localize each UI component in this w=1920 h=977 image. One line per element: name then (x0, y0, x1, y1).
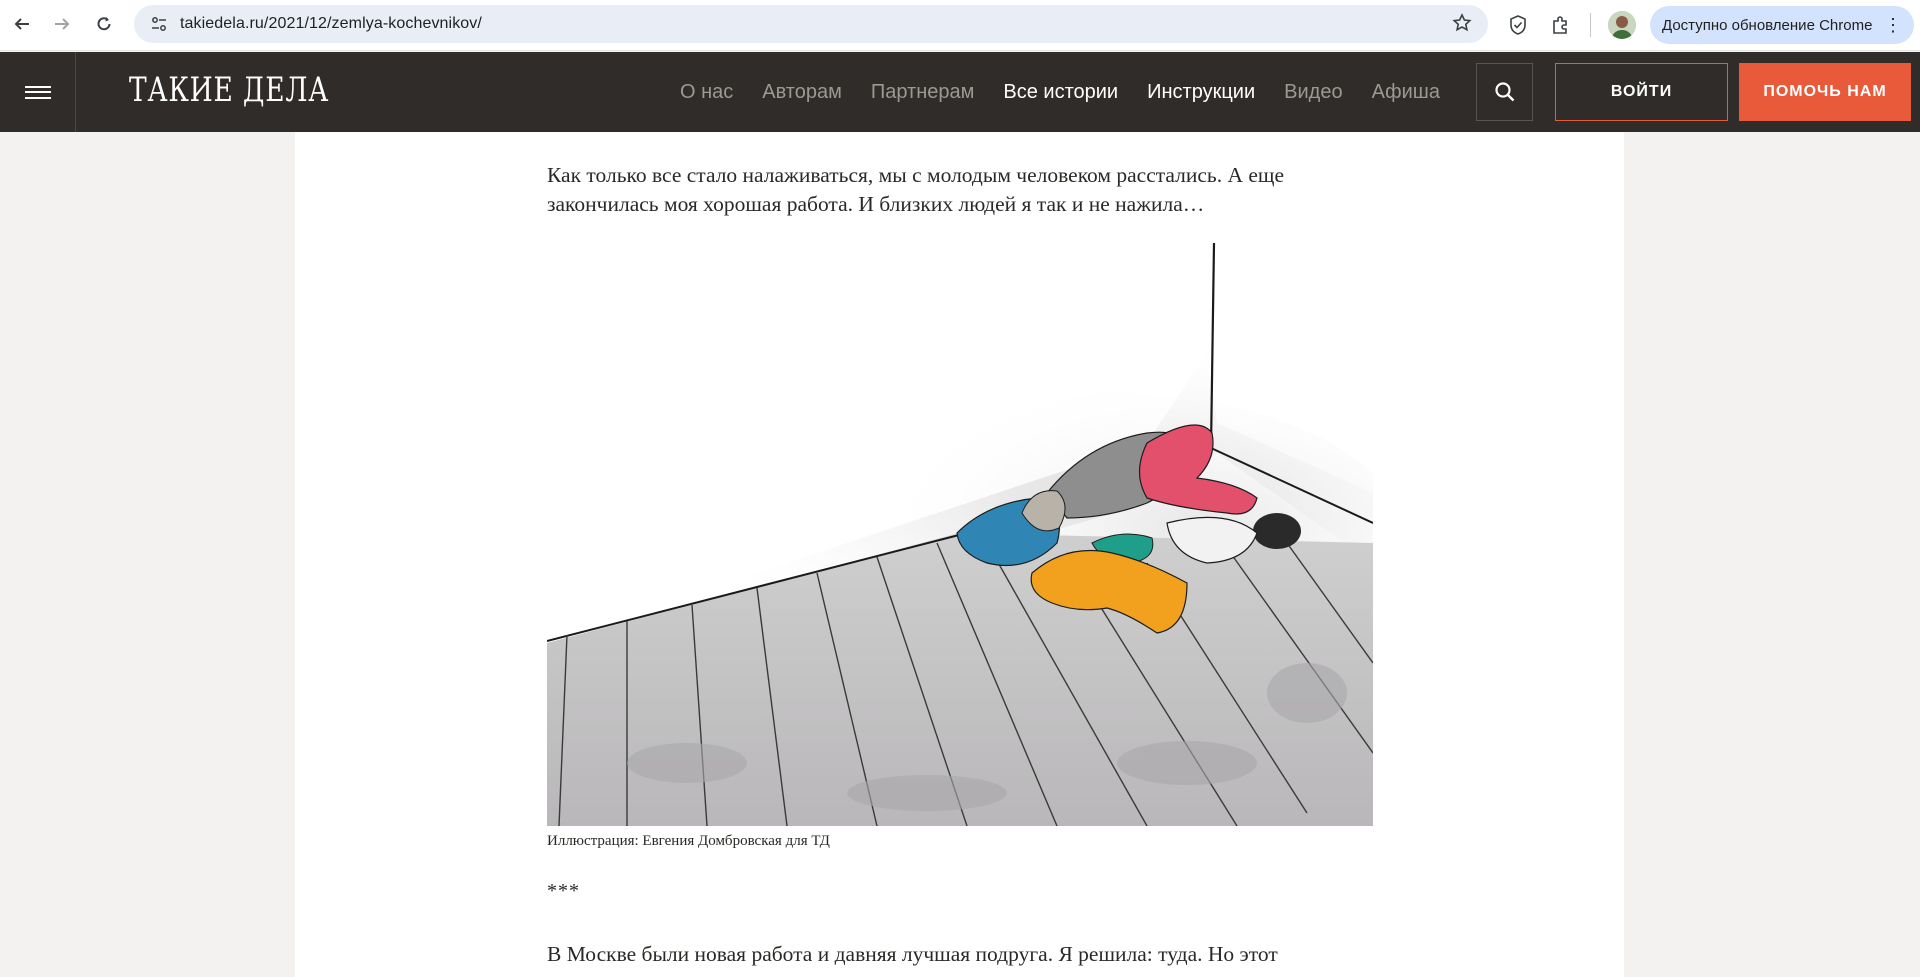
forward-icon[interactable] (42, 4, 82, 44)
address-bar[interactable]: takiedela.ru/2021/12/zemlya-kochevnikov/ (134, 5, 1488, 43)
nav-item-authors[interactable]: Авторам (762, 81, 842, 104)
more-vertical-icon[interactable]: ⋮ (1884, 15, 1902, 36)
site-info-icon[interactable] (142, 7, 176, 41)
back-icon[interactable] (2, 4, 42, 44)
chrome-update-button[interactable]: Доступно обновление Chrome ⋮ (1650, 6, 1914, 44)
article-paragraph: В Москве были новая работа и давняя лучш… (547, 942, 1278, 966)
nav-item-partners[interactable]: Партнерам (871, 81, 975, 104)
site-header: ТАКИЕ ДЕЛА О нас Авторам Партнерам Все и… (0, 52, 1920, 132)
nav-item-afisha[interactable]: Афиша (1372, 81, 1440, 104)
shield-extension-icon[interactable] (1503, 10, 1533, 40)
nav-item-about[interactable]: О нас (680, 81, 733, 104)
update-label: Доступно обновление Chrome (1662, 16, 1873, 34)
bookmark-star-icon[interactable] (1452, 13, 1472, 38)
article-body: Как только все стало налаживаться, мы с … (295, 132, 1624, 977)
main-nav: О нас Авторам Партнерам Все истории Инст… (680, 52, 1469, 132)
site-logo[interactable]: ТАКИЕ ДЕЛА (129, 70, 329, 110)
extensions-puzzle-icon[interactable] (1546, 10, 1576, 40)
reload-icon[interactable] (84, 4, 124, 44)
section-separator: *** (547, 880, 580, 902)
nav-item-instructions[interactable]: Инструкции (1147, 81, 1255, 104)
login-button[interactable]: ВОЙТИ (1555, 63, 1728, 121)
profile-avatar[interactable] (1608, 11, 1636, 39)
nav-item-video[interactable]: Видео (1284, 81, 1342, 104)
article-illustration (547, 243, 1373, 826)
menu-hamburger-icon[interactable] (0, 52, 76, 132)
nav-item-all-stories[interactable]: Все истории (1003, 81, 1118, 104)
donate-button[interactable]: ПОМОЧЬ НАМ (1739, 63, 1911, 121)
toolbar-divider (1590, 13, 1591, 37)
url-text[interactable]: takiedela.ru/2021/12/zemlya-kochevnikov/ (180, 15, 482, 33)
image-caption: Иллюстрация: Евгения Домбровская для ТД (547, 833, 830, 849)
article-paragraph: Как только все стало налаживаться, мы с … (547, 163, 1285, 216)
search-button[interactable] (1476, 63, 1533, 121)
browser-toolbar: takiedela.ru/2021/12/zemlya-kochevnikov/… (0, 0, 1920, 51)
search-icon (1494, 82, 1514, 102)
